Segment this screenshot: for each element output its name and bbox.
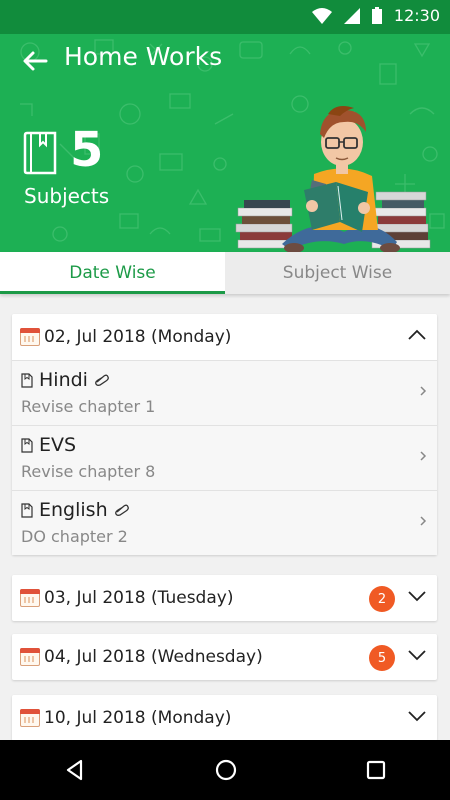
tab-date-wise[interactable]: Date Wise bbox=[0, 252, 225, 294]
wifi-icon bbox=[311, 7, 332, 24]
chevron-down-icon[interactable] bbox=[407, 648, 427, 662]
homework-list: 02, Jul 2018 (Monday) Hindi Revise chapt… bbox=[0, 294, 450, 740]
homework-task: Revise chapter 1 bbox=[21, 397, 156, 416]
day-card[interactable]: 04, Jul 2018 (Wednesday) 5 bbox=[12, 634, 437, 680]
day-header[interactable]: 02, Jul 2018 (Monday) bbox=[12, 314, 437, 360]
recents-square-icon[interactable] bbox=[365, 759, 387, 781]
homework-task: DO chapter 2 bbox=[21, 527, 128, 546]
book-icon bbox=[23, 131, 57, 175]
day-date: 10, Jul 2018 (Monday) bbox=[44, 708, 232, 728]
homework-item[interactable]: Hindi Revise chapter 1 bbox=[12, 360, 437, 425]
subject-count: 5 bbox=[70, 122, 104, 178]
chevron-down-icon[interactable] bbox=[407, 709, 427, 723]
day-date: 04, Jul 2018 (Wednesday) bbox=[44, 647, 263, 667]
day-date: 02, Jul 2018 (Monday) bbox=[44, 327, 232, 347]
calendar-icon bbox=[20, 589, 40, 607]
calendar-icon bbox=[20, 648, 40, 666]
homework-item[interactable]: English DO chapter 2 bbox=[12, 490, 437, 555]
home-circle-icon[interactable] bbox=[214, 758, 238, 782]
tab-bar: Date Wise Subject Wise bbox=[0, 252, 450, 294]
tab-subject-wise[interactable]: Subject Wise bbox=[225, 252, 450, 294]
battery-icon bbox=[371, 7, 382, 24]
document-icon bbox=[21, 502, 33, 518]
attachment-icon bbox=[114, 504, 129, 516]
back-triangle-icon[interactable] bbox=[63, 758, 87, 782]
student-reading-illustration bbox=[235, 106, 431, 252]
homework-subject: English bbox=[39, 499, 108, 521]
chevron-right-icon bbox=[420, 451, 427, 461]
chevron-up-icon[interactable] bbox=[407, 328, 427, 342]
page-title: Home Works bbox=[64, 42, 223, 71]
attachment-icon bbox=[95, 374, 109, 386]
day-header[interactable]: 03, Jul 2018 (Tuesday) 2 bbox=[12, 575, 437, 621]
chevron-down-icon[interactable] bbox=[407, 589, 427, 603]
status-time: 12:30 bbox=[393, 6, 440, 25]
system-navigation-bar bbox=[0, 740, 450, 800]
subjects-label: Subjects bbox=[24, 184, 110, 208]
back-button[interactable] bbox=[18, 46, 52, 76]
homework-item[interactable]: EVS Revise chapter 8 bbox=[12, 425, 437, 490]
homework-subject: EVS bbox=[39, 434, 77, 456]
day-header[interactable]: 10, Jul 2018 (Monday) bbox=[12, 695, 437, 740]
homework-count-badge: 5 bbox=[369, 645, 395, 671]
homework-task: Revise chapter 8 bbox=[21, 462, 156, 481]
homework-subject: Hindi bbox=[39, 369, 88, 391]
status-bar: 12:30 bbox=[0, 0, 450, 34]
day-date: 03, Jul 2018 (Tuesday) bbox=[44, 588, 234, 608]
arrow-left-icon bbox=[23, 51, 48, 71]
day-card[interactable]: 10, Jul 2018 (Monday) bbox=[12, 695, 437, 740]
homework-count-badge: 2 bbox=[369, 586, 395, 612]
chevron-right-icon bbox=[420, 386, 427, 396]
document-icon bbox=[21, 372, 33, 388]
day-header[interactable]: 04, Jul 2018 (Wednesday) 5 bbox=[12, 634, 437, 680]
chevron-right-icon bbox=[420, 516, 427, 526]
day-card[interactable]: 03, Jul 2018 (Tuesday) 2 bbox=[12, 575, 437, 621]
signal-icon bbox=[343, 7, 360, 24]
calendar-icon bbox=[20, 328, 40, 346]
day-card: 02, Jul 2018 (Monday) Hindi Revise chapt… bbox=[12, 314, 437, 555]
document-icon bbox=[21, 437, 33, 453]
calendar-icon bbox=[20, 709, 40, 727]
header-banner: Home Works 5 Subjects bbox=[0, 34, 450, 252]
